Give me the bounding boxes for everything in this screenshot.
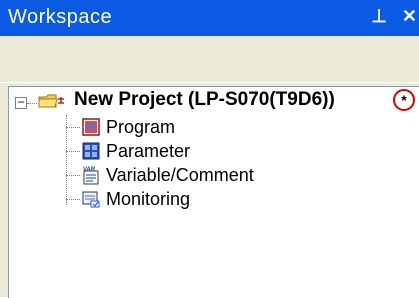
project-name-label: New Project (LP-S070(T9D6)) (74, 89, 335, 110)
title-buttons: ⊥ ✕ (361, 6, 417, 27)
tree-item-label: Monitoring (106, 188, 191, 209)
program-icon (81, 117, 101, 137)
workspace-pane: Workspace ⊥ ✕ − New Project (LP-S070(T9D… (0, 0, 419, 298)
tree-item-label: Parameter (106, 140, 191, 161)
variable-comment-icon: VAR (81, 165, 101, 185)
project-tree: − New Project (LP-S070(T9D6)) * Program … (8, 86, 419, 298)
parameter-icon (81, 141, 101, 161)
tree-connector (66, 127, 80, 128)
tree-item-program[interactable]: Program (81, 115, 175, 139)
workspace-titlebar[interactable]: Workspace ⊥ ✕ (0, 0, 419, 36)
monitoring-icon (81, 189, 101, 209)
tree-connector (66, 151, 80, 152)
svg-text:VAR: VAR (83, 167, 96, 173)
tree-connector (27, 103, 37, 104)
tree-connector (66, 175, 80, 176)
tree-connector (66, 199, 80, 200)
tree-connector (66, 115, 67, 205)
close-icon[interactable]: ✕ (402, 6, 417, 27)
tree-item-monitoring[interactable]: Monitoring (81, 187, 190, 211)
tree-item-variable-comment[interactable]: VAR Variable/Comment (81, 163, 254, 187)
tree-item-label: Variable/Comment (106, 164, 254, 185)
toolbar-area (0, 36, 419, 83)
project-folder-icon (37, 91, 67, 111)
collapse-toggle-icon[interactable]: − (15, 96, 27, 109)
modified-indicator: * (393, 89, 415, 111)
tree-root-node[interactable]: − New Project (LP-S070(T9D6)) * (9, 89, 415, 113)
pin-icon[interactable]: ⊥ (371, 6, 387, 27)
tree-item-label: Program (106, 116, 176, 137)
window-title: Workspace (8, 6, 113, 28)
tree-item-parameter[interactable]: Parameter (81, 139, 190, 163)
